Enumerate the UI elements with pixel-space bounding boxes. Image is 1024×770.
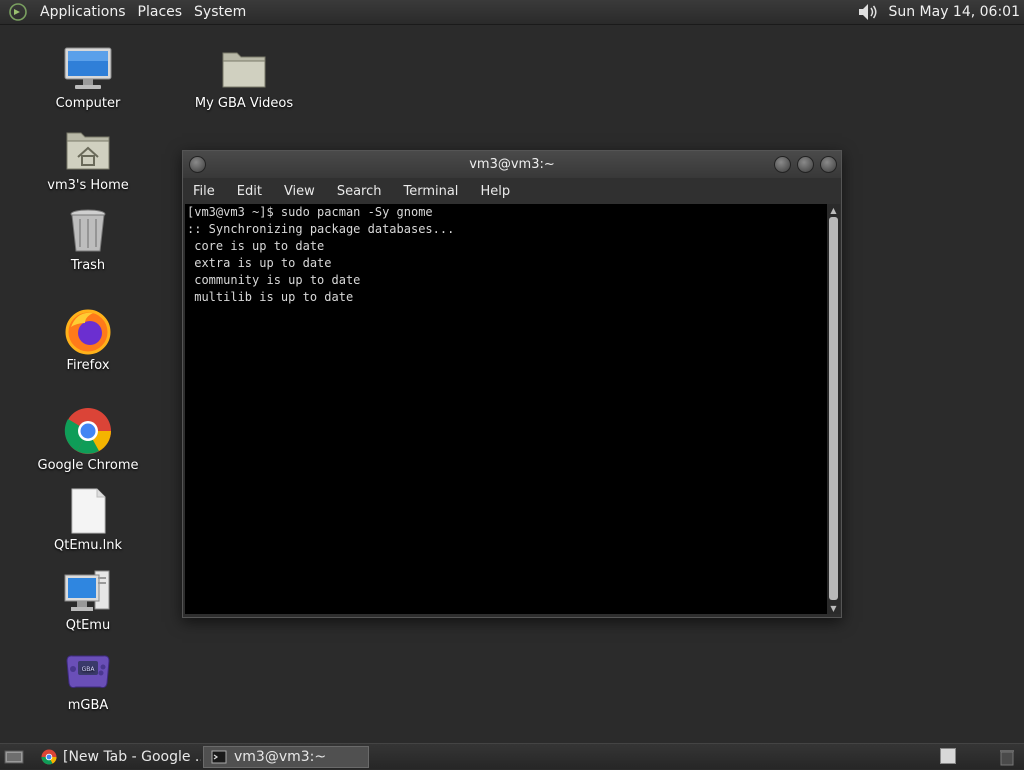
terminal-line: multilib is up to date bbox=[187, 290, 354, 304]
clock[interactable]: Sun May 14, 06:01 bbox=[886, 4, 1024, 20]
workspace-switcher[interactable] bbox=[940, 748, 956, 764]
desktop-icon-trash[interactable]: Trash bbox=[38, 207, 138, 273]
trash-icon bbox=[63, 207, 113, 255]
file-icon bbox=[63, 487, 113, 535]
menu-view[interactable]: View bbox=[273, 184, 326, 199]
distro-logo-icon[interactable] bbox=[8, 2, 28, 22]
places-menu[interactable]: Places bbox=[132, 4, 189, 20]
svg-text:GBA: GBA bbox=[82, 666, 96, 673]
taskbar-item-label: vm3@vm3:~ bbox=[234, 748, 327, 765]
desktop-icon-qtemu[interactable]: QtEmu bbox=[38, 567, 138, 633]
terminal-icon bbox=[210, 748, 228, 766]
desktop-icon-google-chrome[interactable]: Google Chrome bbox=[38, 407, 138, 473]
menu-file[interactable]: File bbox=[183, 184, 226, 199]
system-menu[interactable]: System bbox=[188, 4, 252, 20]
taskbar-item-terminal[interactable]: vm3@vm3:~ bbox=[203, 745, 369, 768]
show-desktop-icon[interactable] bbox=[3, 747, 25, 767]
computer-icon bbox=[63, 45, 113, 93]
desktop-icon-label: QtEmu.lnk bbox=[54, 538, 122, 553]
desktop-icon-mgba[interactable]: GBA mGBA bbox=[38, 647, 138, 713]
desktop-icon-firefox[interactable]: Firefox bbox=[38, 307, 138, 373]
desktop-icon-qtemu-lnk[interactable]: QtEmu.lnk bbox=[38, 487, 138, 553]
maximize-button[interactable] bbox=[797, 156, 814, 173]
desktop-icon-label: mGBA bbox=[67, 698, 109, 713]
terminal-output[interactable]: [vm3@vm3 ~]$ sudo pacman -Sy gnome:: Syn… bbox=[185, 204, 827, 614]
terminal-line: extra is up to date bbox=[187, 256, 332, 270]
close-button[interactable] bbox=[820, 156, 837, 173]
terminal-line: core is up to date bbox=[187, 239, 325, 253]
menu-search[interactable]: Search bbox=[326, 184, 393, 199]
desktop-icon-label: Firefox bbox=[66, 358, 110, 373]
minimize-button[interactable] bbox=[774, 156, 791, 173]
desktop-icon-label: Computer bbox=[55, 96, 121, 111]
scrollbar-thumb[interactable] bbox=[829, 217, 838, 600]
terminal-scrollbar[interactable]: ▲ ▼ bbox=[827, 204, 840, 614]
mgba-icon: GBA bbox=[63, 647, 113, 695]
desktop-icon-my-gba-videos[interactable]: My GBA Videos bbox=[194, 45, 294, 111]
menu-help[interactable]: Help bbox=[469, 184, 521, 199]
scroll-up-arrow-icon[interactable]: ▲ bbox=[827, 204, 840, 216]
desktop-icon-home[interactable]: vm3's Home bbox=[38, 127, 138, 193]
desktop-icon-label: Trash bbox=[70, 258, 106, 273]
folder-icon bbox=[219, 45, 269, 93]
terminal-menubar: File Edit View Search Terminal Help bbox=[183, 178, 841, 204]
desktop-icon-computer[interactable]: Computer bbox=[38, 45, 138, 111]
trash-applet-icon[interactable] bbox=[998, 748, 1016, 766]
desktop-icon-label: vm3's Home bbox=[47, 178, 129, 193]
qtemu-icon bbox=[63, 567, 113, 615]
bottom-panel: [New Tab - Google ... vm3@vm3:~ bbox=[0, 743, 1024, 769]
desktop-icon-label: Google Chrome bbox=[37, 458, 139, 473]
applications-menu[interactable]: Applications bbox=[34, 4, 132, 20]
home-folder-icon bbox=[63, 127, 113, 175]
taskbar-item-chrome[interactable]: [New Tab - Google ... bbox=[35, 746, 201, 768]
window-titlebar[interactable]: vm3@vm3:~ bbox=[183, 151, 841, 178]
desktop-icon-label: My GBA Videos bbox=[194, 96, 294, 111]
firefox-icon bbox=[63, 307, 113, 355]
window-title: vm3@vm3:~ bbox=[469, 157, 555, 172]
terminal-line: community is up to date bbox=[187, 273, 361, 287]
terminal-window[interactable]: vm3@vm3:~ File Edit View Search Terminal… bbox=[182, 150, 842, 618]
terminal-line: [vm3@vm3 ~]$ sudo pacman -Sy gnome bbox=[187, 205, 433, 219]
terminal-line: :: Synchronizing package databases... bbox=[187, 222, 455, 236]
top-panel: Applications Places System Sun May 14, 0… bbox=[0, 0, 1024, 25]
chrome-icon bbox=[41, 748, 57, 766]
menu-terminal[interactable]: Terminal bbox=[392, 184, 469, 199]
chrome-icon bbox=[63, 407, 113, 455]
volume-icon[interactable] bbox=[856, 1, 880, 23]
window-menu-button[interactable] bbox=[189, 156, 206, 173]
menu-edit[interactable]: Edit bbox=[226, 184, 273, 199]
taskbar-item-label: [New Tab - Google ... bbox=[63, 748, 201, 765]
desktop-icon-label: QtEmu bbox=[65, 618, 111, 633]
scroll-down-arrow-icon[interactable]: ▼ bbox=[827, 602, 840, 614]
